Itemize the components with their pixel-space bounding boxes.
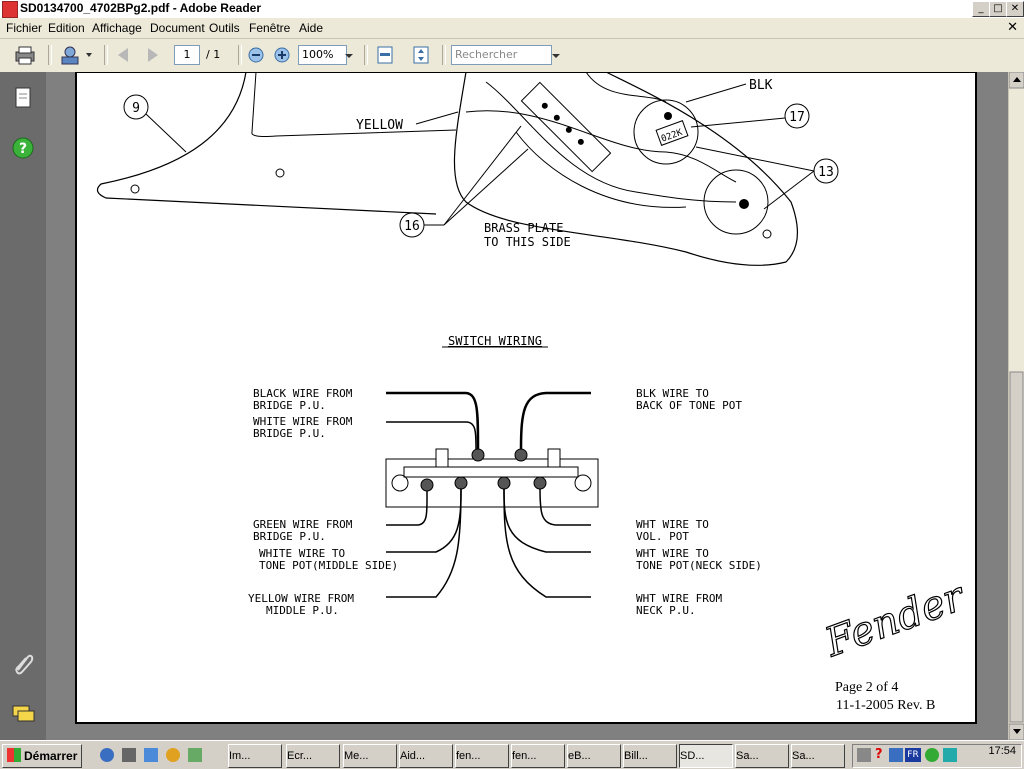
menu-affichage[interactable]: Affichage bbox=[92, 21, 142, 35]
minimize-button[interactable]: _ bbox=[972, 1, 990, 17]
zoom-in-icon[interactable] bbox=[272, 44, 292, 66]
brass-plate-label-1: BRASS PLATE bbox=[484, 221, 563, 235]
next-page-icon[interactable] bbox=[142, 44, 164, 66]
search-input[interactable]: Rechercher bbox=[451, 45, 552, 65]
toolbar: 1 / 1 100% Rechercher bbox=[0, 39, 1024, 73]
scrollbar-thumb bbox=[1009, 371, 1024, 723]
callout-17: 17 bbox=[789, 110, 805, 125]
volume-icon[interactable] bbox=[857, 748, 871, 762]
menu-document[interactable]: Document bbox=[150, 21, 205, 35]
task-button[interactable]: Sa... bbox=[735, 744, 789, 768]
comments-icon[interactable] bbox=[11, 702, 35, 726]
close-document-icon[interactable]: ✕ bbox=[1007, 20, 1018, 35]
callout-9: 9 bbox=[132, 101, 140, 116]
app-icon[interactable] bbox=[188, 748, 202, 762]
right-label-tone-2: TONE POT(NECK SIDE) bbox=[636, 559, 762, 572]
navigation-panel: ? bbox=[0, 72, 47, 740]
taskbar: Démarrer Im... Ecr... Me... Aid... fen..… bbox=[0, 740, 1024, 769]
page-label: Page 2 of 4 bbox=[835, 680, 898, 695]
page-number-input[interactable]: 1 bbox=[174, 45, 200, 65]
brass-plate-label-2: TO THIS SIDE bbox=[484, 235, 571, 249]
task-button[interactable]: Bill... bbox=[623, 744, 677, 768]
task-button[interactable]: eB... bbox=[567, 744, 621, 768]
maximize-button[interactable]: □ bbox=[989, 1, 1007, 17]
menu-edition[interactable]: Edition bbox=[48, 21, 85, 35]
left-label-yellow-2: MIDDLE P.U. bbox=[266, 604, 339, 617]
windows-logo-icon bbox=[7, 748, 21, 762]
right-label-vol-2: VOL. POT bbox=[636, 530, 689, 543]
svg-text:?: ? bbox=[19, 141, 27, 157]
fit-page-icon[interactable] bbox=[410, 44, 432, 66]
start-label: Démarrer bbox=[24, 749, 78, 763]
menu-bar: Fichier Edition Affichage Document Outil… bbox=[0, 18, 1024, 39]
ie-icon[interactable] bbox=[100, 748, 114, 762]
callout-13: 13 bbox=[818, 165, 834, 180]
start-button[interactable]: Démarrer bbox=[2, 744, 82, 768]
help-tray-icon[interactable]: ? bbox=[875, 747, 883, 762]
left-label-white-tone-2: TONE POT(MIDDLE SIDE) bbox=[259, 559, 398, 572]
close-window-button[interactable]: ✕ bbox=[1006, 1, 1024, 17]
yellow-label: YELLOW bbox=[356, 118, 403, 133]
network-icon[interactable] bbox=[889, 748, 903, 762]
page-total: / 1 bbox=[206, 48, 221, 61]
app-icon[interactable] bbox=[122, 748, 136, 762]
task-button[interactable]: Ecr... bbox=[286, 744, 340, 768]
right-label-blk-2: BACK OF TONE POT bbox=[636, 399, 742, 412]
left-label-black-2: BRIDGE P.U. bbox=[253, 399, 326, 412]
previous-page-icon[interactable] bbox=[112, 44, 134, 66]
left-label-green-2: BRIDGE P.U. bbox=[253, 530, 326, 543]
find-user-icon[interactable] bbox=[58, 44, 94, 66]
antivirus-icon[interactable] bbox=[925, 748, 939, 762]
document-page: 022K 9 16 17 13 YELLOW BLK BRASS PLATE T… bbox=[75, 72, 977, 724]
document-viewport: 022K 9 16 17 13 YELLOW BLK BRASS PLATE T… bbox=[46, 72, 1008, 740]
task-button[interactable]: Sa... bbox=[791, 744, 845, 768]
attachments-icon[interactable] bbox=[11, 652, 35, 676]
zoom-out-icon[interactable] bbox=[246, 44, 266, 66]
task-button[interactable]: Im... bbox=[228, 744, 282, 768]
pages-icon[interactable] bbox=[11, 86, 35, 110]
vertical-scrollbar[interactable] bbox=[1008, 71, 1024, 741]
help-icon[interactable]: ? bbox=[11, 136, 35, 160]
left-label-white-2: BRIDGE P.U. bbox=[253, 427, 326, 440]
fit-width-icon[interactable] bbox=[374, 44, 396, 66]
right-label-neck-2: NECK P.U. bbox=[636, 604, 696, 617]
task-button[interactable]: Me... bbox=[343, 744, 397, 768]
title-bar: SD0134700_4702BPg2.pdf - Adobe Reader _ … bbox=[0, 0, 1024, 19]
print-icon[interactable] bbox=[12, 44, 38, 66]
revision-label: 11-1-2005 Rev. B bbox=[836, 698, 935, 713]
window-title: SD0134700_4702BPg2.pdf - Adobe Reader bbox=[20, 1, 261, 15]
quick-launch bbox=[96, 746, 216, 764]
security-shield-icon[interactable] bbox=[943, 748, 957, 762]
app-icon[interactable] bbox=[144, 748, 158, 762]
blk-label: BLK bbox=[749, 78, 773, 93]
adobe-reader-icon bbox=[2, 1, 18, 18]
switch-wiring-title: SWITCH WIRING bbox=[448, 334, 542, 348]
task-button-active[interactable]: SD... bbox=[679, 744, 733, 768]
menu-fenetre[interactable]: Fenêtre bbox=[249, 21, 290, 35]
task-button[interactable]: fen... bbox=[455, 744, 509, 768]
menu-fichier[interactable]: Fichier bbox=[6, 21, 42, 35]
search-dropdown-icon[interactable] bbox=[550, 44, 562, 66]
task-button[interactable]: fen... bbox=[511, 744, 565, 768]
menu-outils[interactable]: Outils bbox=[209, 21, 240, 35]
clock: 17:54 bbox=[988, 745, 1016, 757]
task-button[interactable]: Aid... bbox=[399, 744, 453, 768]
language-indicator[interactable]: FR bbox=[905, 748, 921, 762]
zoom-dropdown-icon[interactable] bbox=[343, 44, 355, 66]
zoom-level-select[interactable]: 100% bbox=[298, 45, 347, 65]
scrollbar-track[interactable] bbox=[1008, 71, 1024, 741]
menu-aide[interactable]: Aide bbox=[299, 21, 323, 35]
media-icon[interactable] bbox=[166, 748, 180, 762]
callout-16: 16 bbox=[404, 219, 420, 234]
